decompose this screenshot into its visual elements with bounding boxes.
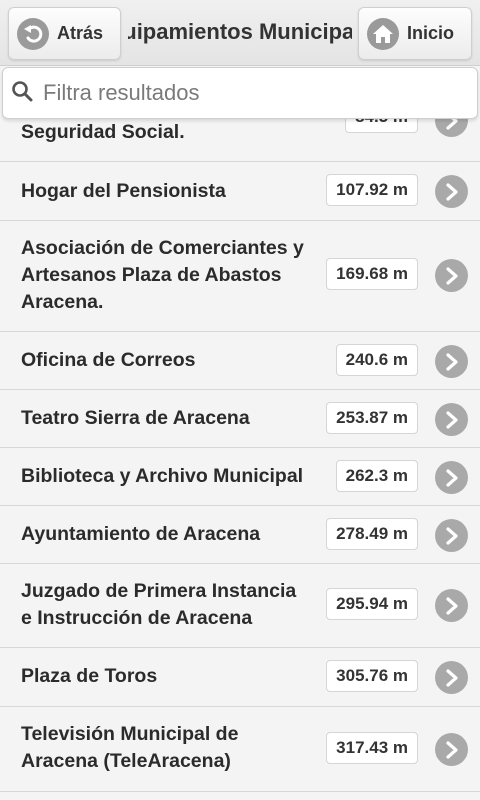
search-bar: [2, 67, 478, 119]
item-name-line: Juzgado de Primera Instancia: [21, 580, 297, 602]
item-name-line: e Instrucción de Aracena: [21, 607, 253, 629]
search-icon: [11, 80, 33, 107]
item-name-line: Seguridad Social.: [21, 121, 185, 143]
item-name: Teatro Sierra de Aracena: [21, 405, 311, 432]
item-name-line: Plaza de Toros: [21, 665, 158, 687]
item-name-line: Asociación de Comerciantes y: [21, 237, 304, 259]
list-item[interactable]: Asociación de Comerciantes y Artesanos P…: [0, 222, 480, 332]
list-item[interactable]: Oficina de Correos 240.6 m: [0, 333, 480, 390]
item-name: Biblioteca y Archivo Municipal: [21, 463, 321, 490]
list-item[interactable]: Ayuntamiento de Aracena 278.49 m: [0, 507, 480, 564]
list-item[interactable]: Televisión Municipal de Aracena (TeleAra…: [0, 708, 480, 792]
list-item[interactable]: Biblioteca y Archivo Municipal 262.3 m: [0, 449, 480, 506]
distance-badge: 278.49 m: [326, 518, 418, 550]
chevron-right-icon[interactable]: [435, 403, 468, 436]
distance-badge: 107.92 m: [326, 174, 418, 206]
item-name: Asociación de Comerciantes y Artesanos P…: [21, 235, 311, 316]
distance-badge: 262.3 m: [335, 460, 418, 492]
chevron-right-icon[interactable]: [435, 259, 468, 292]
list-item[interactable]: Juzgado de Primera Instancia e Instrucci…: [0, 565, 480, 648]
item-name: Juzgado de Primera Instancia e Instrucci…: [21, 578, 311, 632]
list-item[interactable]: Teatro Sierra de Aracena 253.87 m: [0, 391, 480, 448]
item-name: Hogar del Pensionista: [21, 178, 311, 205]
chevron-right-icon[interactable]: [435, 175, 468, 208]
item-name: Televisión Municipal de Aracena (TeleAra…: [21, 721, 311, 775]
distance-badge: 317.43 m: [326, 732, 418, 764]
distance-badge: 253.87 m: [326, 402, 418, 434]
item-name-line: Oficina de Correos: [21, 349, 196, 371]
home-icon: [367, 17, 399, 50]
item-name-line: Aracena.: [21, 291, 104, 313]
header-bar: Atrás Equipamientos Municipales Inicio: [0, 0, 480, 66]
home-button[interactable]: Inicio: [358, 7, 472, 60]
search-input[interactable]: [43, 80, 463, 106]
distance-badge: 240.6 m: [335, 344, 418, 376]
chevron-right-icon[interactable]: [435, 733, 468, 766]
back-button[interactable]: Atrás: [8, 7, 121, 60]
distance-badge: 305.76 m: [326, 660, 418, 692]
item-name: Plaza de Toros: [21, 663, 311, 690]
item-name-line: Hogar del Pensionista: [21, 180, 226, 202]
distance-badge: 295.94 m: [326, 588, 418, 620]
back-button-label: Atrás: [57, 23, 104, 43]
item-name: Ayuntamiento de Aracena: [21, 521, 311, 548]
back-arrow-icon: [17, 17, 49, 50]
page-title: Equipamientos Municipales: [128, 19, 352, 44]
chevron-right-icon[interactable]: [435, 589, 468, 622]
list-item[interactable]: Plaza de Toros 305.76 m: [0, 649, 480, 707]
home-button-label: Inicio: [407, 23, 455, 43]
list-item[interactable]: Hogar del Pensionista 107.92 m: [0, 163, 480, 221]
chevron-right-icon[interactable]: [435, 345, 468, 378]
item-name-line: Aracena (TeleAracena): [21, 750, 231, 772]
item-name: Seguridad Social.: [21, 119, 311, 146]
item-name-line: Televisión Municipal de: [21, 723, 239, 745]
item-name-line: Artesanos Plaza de Abastos: [21, 264, 282, 286]
item-name-line: Teatro Sierra de Aracena: [21, 407, 250, 429]
distance-badge: 169.68 m: [326, 258, 418, 290]
chevron-right-icon[interactable]: [435, 461, 468, 494]
item-name: Oficina de Correos: [21, 347, 311, 374]
chevron-right-icon[interactable]: [435, 661, 468, 694]
item-name-line: Ayuntamiento de Aracena: [21, 523, 261, 545]
item-name-line: Biblioteca y Archivo Municipal: [21, 465, 304, 487]
chevron-right-icon[interactable]: [435, 519, 468, 552]
